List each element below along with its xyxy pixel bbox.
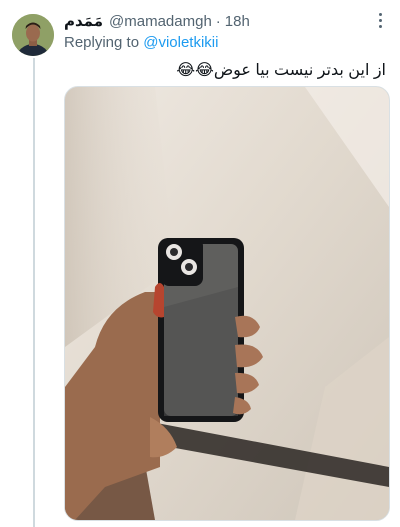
tweet-text: از این بدتر نیست بیا عوض😂😂 — [176, 62, 386, 79]
separator-dot: · — [215, 12, 221, 30]
replying-to: Replying to @violetkikii — [64, 34, 218, 51]
tweet-header: مَمَدم @mamadamgh · 18h — [64, 10, 390, 32]
author-name[interactable]: مَمَدم — [64, 12, 103, 30]
replying-prefix: Replying to — [64, 34, 140, 51]
more-options-icon[interactable] — [370, 10, 390, 30]
replying-mention-link[interactable]: @violetkikii — [143, 34, 218, 51]
tweet-photo[interactable] — [64, 86, 390, 521]
author-handle[interactable]: @mamadamgh — [109, 13, 212, 30]
avatar[interactable] — [12, 14, 54, 56]
thread-line — [33, 58, 35, 527]
timestamp[interactable]: 18h — [225, 13, 250, 30]
